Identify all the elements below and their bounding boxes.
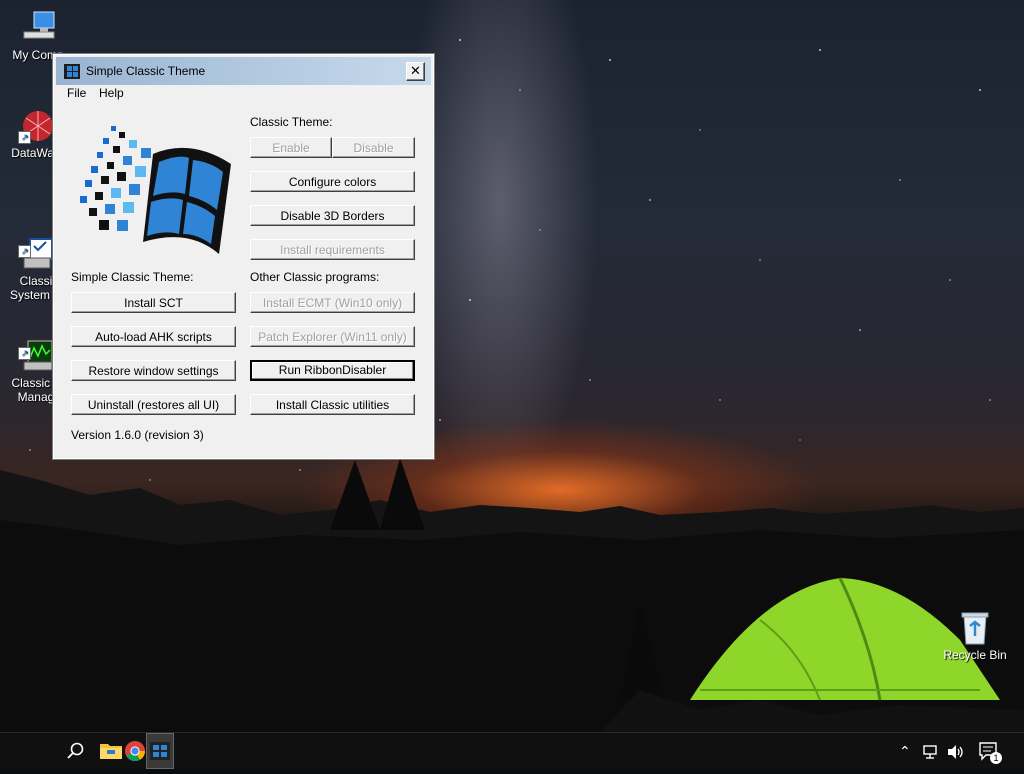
run-ribbondisabler-button[interactable]: Run RibbonDisabler	[250, 360, 415, 381]
notification-center-button[interactable]: 1	[978, 733, 1008, 769]
tray-overflow-button[interactable]: ⌃	[899, 733, 911, 769]
version-label: Version 1.6.0 (revision 3)	[71, 428, 204, 442]
disable-3d-borders-button[interactable]: Disable 3D Borders	[250, 205, 415, 226]
taskbar: ⌃ 1	[0, 732, 1024, 769]
sct-section-label: Simple Classic Theme:	[71, 270, 194, 284]
menu-help[interactable]: Help	[99, 86, 124, 100]
recycle-bin-icon	[957, 610, 993, 646]
patch-explorer-button[interactable]: Patch Explorer (Win11 only)	[250, 326, 415, 347]
install-sct-button[interactable]: Install SCT	[71, 292, 236, 313]
simple-classic-theme-icon	[150, 742, 170, 760]
install-ecmt-button[interactable]: Install ECMT (Win10 only)	[250, 292, 415, 313]
close-button[interactable]: ✕	[406, 62, 425, 81]
shortcut-arrow-icon: ↗	[18, 347, 31, 360]
classic-theme-label: Classic Theme:	[250, 115, 333, 129]
window-title: Simple Classic Theme	[86, 64, 206, 78]
network-button[interactable]	[922, 733, 940, 769]
notification-count-badge: 1	[990, 752, 1002, 764]
menu-file[interactable]: File	[67, 86, 86, 100]
computer-icon	[20, 10, 56, 46]
simple-classic-theme-taskbar-button[interactable]	[146, 733, 174, 769]
classic-system-config-icon: ↗	[18, 222, 54, 269]
classic-task-manager-icon: ↗	[18, 324, 54, 371]
desktop-icon-label: Recycle Bin	[943, 648, 1007, 662]
search-button[interactable]	[56, 733, 94, 769]
desktop-icon-recycle-bin[interactable]: Recycle Bin	[937, 610, 1013, 662]
install-requirements-button[interactable]: Install requirements	[250, 239, 415, 260]
datawag-icon: ↗	[18, 108, 54, 144]
chrome-icon	[125, 741, 146, 762]
configure-colors-button[interactable]: Configure colors	[250, 171, 415, 192]
menu-bar: File Help	[56, 85, 431, 103]
window-titlebar[interactable]: Simple Classic Theme ✕	[56, 57, 431, 85]
disable-button[interactable]: Disable	[332, 137, 415, 158]
autoload-ahk-button[interactable]: Auto-load AHK scripts	[71, 326, 236, 347]
uninstall-button[interactable]: Uninstall (restores all UI)	[71, 394, 236, 415]
enable-button[interactable]: Enable	[250, 137, 332, 158]
install-classic-utilities-button[interactable]: Install Classic utilities	[250, 394, 415, 415]
network-icon	[923, 745, 937, 759]
other-programs-label: Other Classic programs:	[250, 270, 380, 284]
volume-button[interactable]	[946, 733, 966, 769]
simple-classic-theme-window: Simple Classic Theme ✕ File Help Classic…	[52, 53, 435, 460]
simple-classic-theme-icon	[64, 64, 80, 79]
volume-icon	[948, 745, 963, 759]
restore-window-settings-button[interactable]: Restore window settings	[71, 360, 236, 381]
chevron-up-icon: ⌃	[899, 743, 911, 759]
close-icon: ✕	[410, 63, 421, 78]
windows-logo-image	[80, 126, 231, 254]
search-icon	[67, 742, 84, 759]
shortcut-arrow-icon: ↗	[18, 131, 31, 144]
shortcut-arrow-icon: ↗	[18, 245, 31, 258]
